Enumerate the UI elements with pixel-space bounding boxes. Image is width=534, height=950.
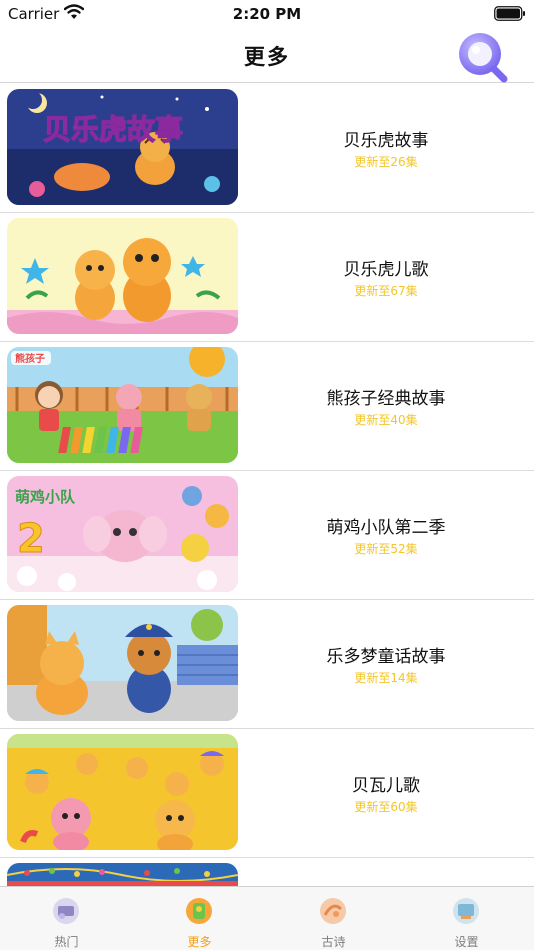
series-title: 贝乐虎儿歌 (343, 260, 429, 280)
list-item[interactable]: 萌鸡小队 2 萌鸡小队第二季 更新至52集 (0, 471, 534, 600)
list-item[interactable]: 熊孩子 熊孩子经典故事 更新至40集 (0, 342, 534, 471)
series-thumbnail: 熊孩子 (7, 347, 238, 463)
page-title: 更多 (244, 45, 290, 69)
tab-more[interactable]: 更多 (133, 887, 266, 950)
thumbnail-season-number: 2 (17, 516, 45, 562)
tab-label: 设置 (454, 935, 479, 949)
settings-icon (452, 897, 480, 925)
list-item[interactable]: 贝乐虎儿歌 更新至67集 (0, 213, 534, 342)
series-title: 熊孩子经典故事 (326, 389, 446, 409)
series-thumbnail (7, 218, 238, 334)
series-title: 乐多梦童话故事 (326, 647, 446, 667)
search-icon (459, 33, 508, 83)
status-time: 2:20 PM (232, 5, 302, 23)
series-list: 贝乐虎故事 贝乐虎故事 更新至26集 贝乐虎儿歌 更新至67集 熊孩子 熊孩子经… (0, 84, 534, 886)
series-episode-count: 更新至67集 (354, 284, 418, 298)
thumbnail-logo-text: 萌鸡小队 (15, 488, 76, 506)
series-thumbnail: 萌鸡小队 2 (7, 476, 238, 592)
navigation-bar: 更多 (0, 28, 534, 83)
series-episode-count: 更新至52集 (354, 542, 418, 556)
series-thumbnail (7, 734, 238, 850)
tab-label: 热门 (54, 935, 79, 949)
series-title: 贝瓦儿歌 (352, 776, 420, 796)
series-thumbnail (7, 863, 238, 886)
thumbnail-logo-text: 贝乐虎故事 (43, 113, 183, 146)
tab-label: 古诗 (321, 935, 346, 949)
list-item[interactable] (0, 858, 534, 886)
hot-icon (52, 897, 80, 925)
series-episode-count: 更新至40集 (354, 413, 418, 427)
series-episode-count: 更新至14集 (354, 671, 418, 685)
series-episode-count: 更新至60集 (354, 800, 418, 814)
status-bar: Carrier 2:20 PM (0, 0, 534, 28)
tab-poems[interactable]: 古诗 (267, 887, 400, 950)
series-title: 萌鸡小队第二季 (326, 518, 446, 538)
series-title: 贝乐虎故事 (343, 131, 429, 151)
tab-hot[interactable]: 热门 (0, 887, 133, 950)
search-button[interactable] (456, 31, 510, 83)
series-thumbnail: 贝乐虎故事 (7, 89, 238, 205)
poem-icon (319, 897, 347, 925)
battery-icon (494, 6, 526, 21)
list-item[interactable]: 乐多梦童话故事 更新至14集 (0, 600, 534, 729)
list-item[interactable]: 贝乐虎故事 贝乐虎故事 更新至26集 (0, 84, 534, 213)
tab-bar: 热门 更多 古诗 设置 (0, 886, 534, 950)
thumbnail-logo-text: 熊孩子 (15, 352, 45, 365)
list-item[interactable]: 贝瓦儿歌 更新至60集 (0, 729, 534, 858)
more-icon (185, 897, 213, 925)
tab-label: 更多 (187, 935, 212, 949)
series-thumbnail (7, 605, 238, 721)
series-episode-count: 更新至26集 (354, 155, 418, 169)
tab-settings[interactable]: 设置 (400, 887, 533, 950)
